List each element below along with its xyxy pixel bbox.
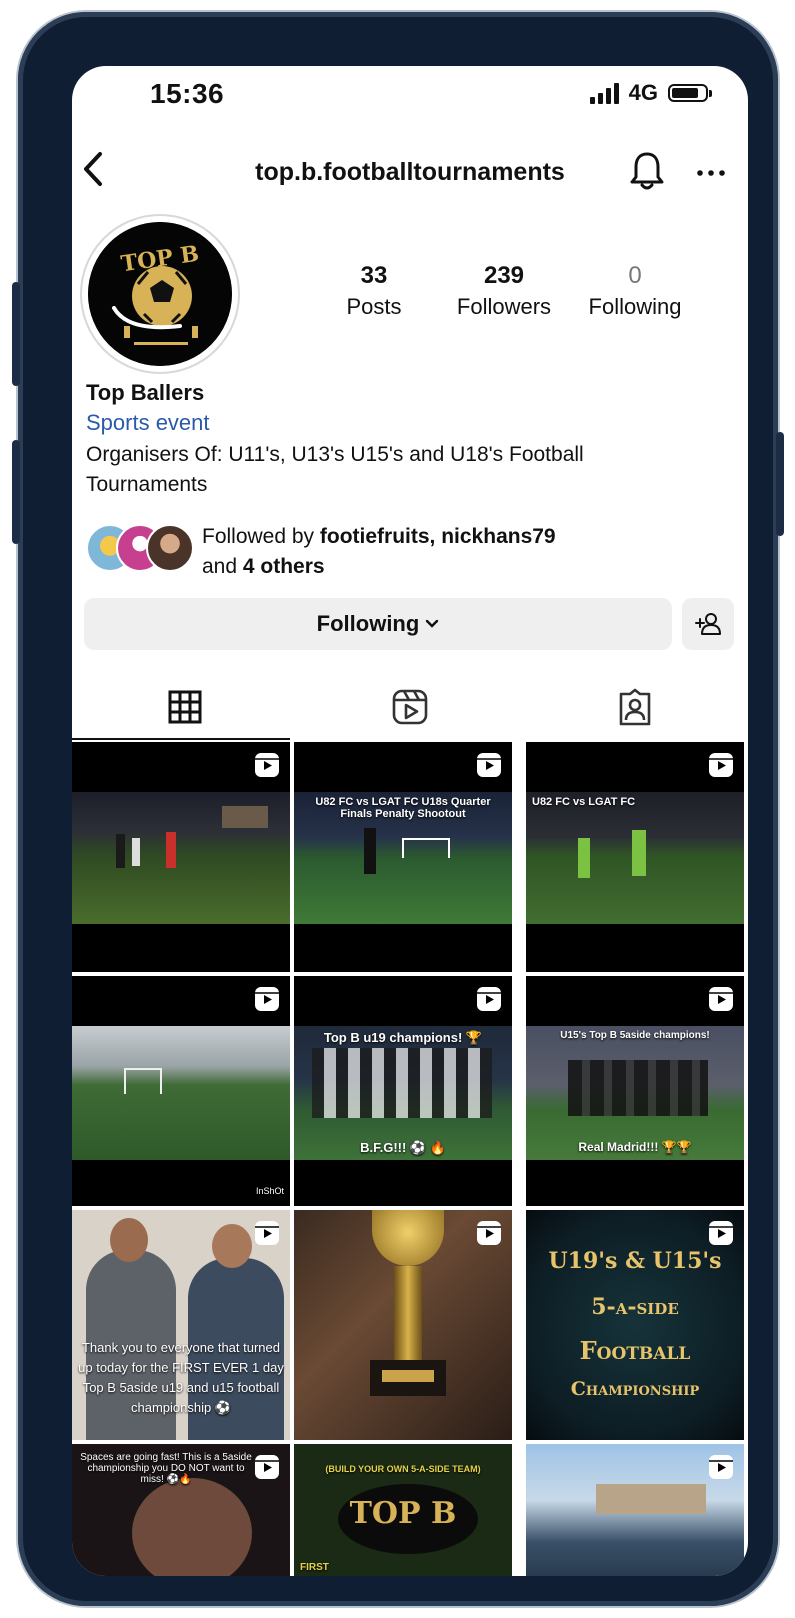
network-label: 4G xyxy=(628,80,658,105)
stat-followers[interactable]: 239 Followers xyxy=(444,262,564,320)
post-logo-text: TOP B xyxy=(349,1496,457,1531)
grid-post[interactable]: Top B u19 champions! 🏆 B.F.G!!! ⚽ 🔥 xyxy=(294,976,512,1206)
stat-posts[interactable]: 33 Posts xyxy=(324,262,424,320)
add-person-icon xyxy=(695,613,721,635)
power-button xyxy=(776,432,784,536)
volume-up-button xyxy=(12,282,20,386)
grid-post[interactable]: (BUILD YOUR OWN 5-A-SIDE TEAM) TOP B FIR… xyxy=(294,1444,512,1576)
profile-bio: Organisers Of: U11's, U13's U15's and U1… xyxy=(86,443,584,496)
volume-down-button xyxy=(12,440,20,544)
more-options-icon[interactable] xyxy=(696,152,726,186)
reel-icon xyxy=(477,753,501,777)
battery-icon xyxy=(668,84,712,102)
post-caption: FIRST xyxy=(300,1562,329,1573)
post-caption: B.F.G!!! ⚽ 🔥 xyxy=(360,1140,446,1155)
chevron-down-icon xyxy=(426,619,439,628)
active-tab-indicator xyxy=(72,738,290,740)
tab-tagged[interactable] xyxy=(522,674,747,740)
grid-post[interactable]: Spaces are going fast! This is a 5aside … xyxy=(72,1444,290,1576)
grid-icon xyxy=(168,690,201,724)
tab-reels[interactable] xyxy=(297,674,522,740)
following-count: 0 xyxy=(628,262,642,289)
grid-post[interactable]: U19's & U15's 5-a-side Football Champion… xyxy=(526,1210,744,1440)
grid-post[interactable]: Thank you to everyone that turned up tod… xyxy=(72,1210,290,1440)
status-time: 15:36 xyxy=(150,78,225,109)
following-button-label: Following xyxy=(316,611,420,636)
followers-count: 239 xyxy=(483,262,525,289)
grid-post[interactable]: InShOt xyxy=(72,976,290,1206)
profile-category[interactable]: Sports event xyxy=(86,410,210,436)
grid-post[interactable] xyxy=(526,1444,744,1576)
tab-grid[interactable] xyxy=(72,674,297,740)
signal-icon xyxy=(589,82,619,104)
reels-icon xyxy=(392,689,427,725)
follower-link[interactable]: footiefruits xyxy=(320,525,430,548)
reel-icon xyxy=(255,987,279,1011)
followed-by-text[interactable]: Followed by footiefruits, nickhans79 and… xyxy=(202,522,556,582)
follower-sep: , xyxy=(429,525,442,548)
reel-icon xyxy=(255,1221,279,1245)
post-caption: U15's Top B 5aside champions! xyxy=(560,1030,710,1041)
followed-by-and: and xyxy=(202,555,243,578)
follower-link[interactable]: nickhans79 xyxy=(441,525,555,548)
posts-count: 33 xyxy=(360,262,388,289)
reel-icon xyxy=(255,753,279,777)
status-indicators: 4G xyxy=(589,80,712,106)
following-label: Following xyxy=(588,294,682,319)
stat-following[interactable]: 0 Following xyxy=(580,262,690,320)
watermark: InShOt xyxy=(255,1186,284,1196)
post-title-line: Football xyxy=(579,1336,691,1365)
grid-post[interactable] xyxy=(72,742,290,972)
others-link[interactable]: 4 others xyxy=(243,555,325,578)
post-caption: U82 FC vs LGAT FC U18s Quarter Finals Pe… xyxy=(315,796,491,820)
reel-icon xyxy=(255,1455,279,1479)
instagram-profile-screen: 15:36 4G top.b.footballtournaments TOP B… xyxy=(72,66,748,1576)
bell-icon[interactable] xyxy=(628,150,666,197)
reel-icon xyxy=(709,1455,733,1479)
following-button[interactable]: Following xyxy=(84,598,672,650)
grid-post[interactable]: U15's Top B 5aside champions! Real Madri… xyxy=(526,976,744,1206)
post-title-line: U19's & U15's xyxy=(548,1248,722,1274)
post-caption: (BUILD YOUR OWN 5-A-SIDE TEAM) xyxy=(325,1464,481,1474)
post-title-line: Championship xyxy=(570,1378,700,1400)
profile-tabs xyxy=(72,674,748,740)
post-title-line: 5-a-side xyxy=(591,1294,679,1320)
reel-icon xyxy=(477,987,501,1011)
avatar[interactable]: TOP B xyxy=(88,222,232,366)
grid-post[interactable] xyxy=(294,1210,512,1440)
followed-by-prefix: Followed by xyxy=(202,525,320,548)
post-caption: Top B u19 champions! 🏆 xyxy=(323,1030,483,1045)
reel-icon xyxy=(477,1221,501,1245)
grid-post[interactable]: U82 FC vs LGAT FC U18s Quarter Finals Pe… xyxy=(294,742,512,972)
follower-avatar xyxy=(146,524,194,572)
profile-name: Top Ballers xyxy=(86,380,205,405)
phone-frame: 15:36 4G top.b.footballtournaments TOP B… xyxy=(12,12,784,1606)
post-caption: U82 FC vs LGAT FC xyxy=(532,796,636,808)
followers-label: Followers xyxy=(456,294,552,319)
reel-icon xyxy=(709,1221,733,1245)
tagged-icon xyxy=(619,688,650,726)
post-caption: Real Madrid!!! 🏆🏆 xyxy=(578,1140,692,1154)
posts-label: Posts xyxy=(346,294,402,319)
reel-icon xyxy=(709,753,733,777)
post-caption: Thank you to everyone that turned up tod… xyxy=(78,1340,284,1415)
grid-post[interactable]: U82 FC vs LGAT FC xyxy=(526,742,744,972)
follower-avatars[interactable] xyxy=(86,524,196,574)
suggested-people-button[interactable] xyxy=(682,598,734,650)
reel-icon xyxy=(709,987,733,1011)
